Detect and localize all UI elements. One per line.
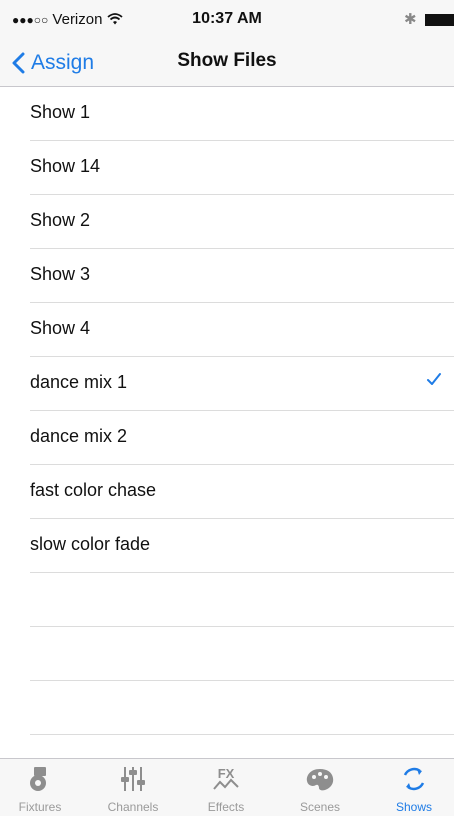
list-item[interactable]: Show 4 (30, 303, 454, 357)
list-item-label: Show 3 (30, 264, 91, 284)
empty-row (30, 681, 454, 735)
list-item[interactable]: Show 3 (30, 249, 454, 303)
battery-icon (425, 14, 454, 26)
list-item-label: dance mix 1 (30, 372, 128, 392)
tab-channels[interactable]: Channels (93, 759, 173, 816)
navigation-bar: Assign Show Files (0, 40, 454, 87)
svg-text:FX: FX (218, 766, 235, 781)
effects-icon: FX (213, 766, 239, 790)
bluetooth-icon: ✱ (404, 11, 417, 28)
list-item[interactable]: Show 1 (30, 87, 454, 141)
tab-label: Fixtures (18, 800, 62, 814)
list-item-label: fast color chase (30, 480, 157, 500)
tab-effects[interactable]: FX Effects (186, 759, 266, 816)
status-bar: ●●●○○ Verizon 10:37 AM ✱ (0, 0, 454, 40)
list-item-label: dance mix 2 (30, 426, 128, 446)
tab-bar: Fixtures Channels FX Effects Scenes Show… (0, 758, 454, 816)
tab-fixtures[interactable]: Fixtures (0, 759, 80, 816)
checkmark-icon (426, 372, 442, 391)
list-item-label: Show 4 (30, 318, 91, 338)
tab-label: Channels (107, 800, 159, 814)
page-title: Show Files (177, 50, 277, 71)
tab-shows[interactable]: Shows (374, 759, 454, 816)
scenes-icon (306, 769, 334, 791)
list-item-label: Show 14 (30, 156, 101, 176)
list-item[interactable]: slow color fade (30, 519, 454, 573)
list-item-label: Show 1 (30, 102, 91, 122)
shows-icon (403, 767, 425, 791)
fixtures-icon (30, 767, 46, 791)
channels-icon (121, 767, 145, 791)
list-item-label: Show 2 (30, 210, 91, 230)
list-item[interactable]: Show 2 (30, 195, 454, 249)
show-file-list: Show 1 Show 14 Show 2 Show 3 Show 4 danc… (0, 87, 454, 789)
tab-label: Effects (207, 800, 245, 814)
list-item-label: slow color fade (30, 534, 151, 554)
empty-row (30, 627, 454, 681)
tab-scenes[interactable]: Scenes (280, 759, 360, 816)
empty-row (30, 573, 454, 627)
list-item[interactable]: Show 14 (30, 141, 454, 195)
list-item[interactable]: fast color chase (30, 465, 454, 519)
list-item-selected[interactable]: dance mix 1 (30, 357, 454, 411)
tab-label: Shows (395, 800, 433, 814)
list-item[interactable]: dance mix 2 (30, 411, 454, 465)
tab-label: Scenes (299, 800, 341, 814)
clock: 10:37 AM (192, 10, 262, 27)
